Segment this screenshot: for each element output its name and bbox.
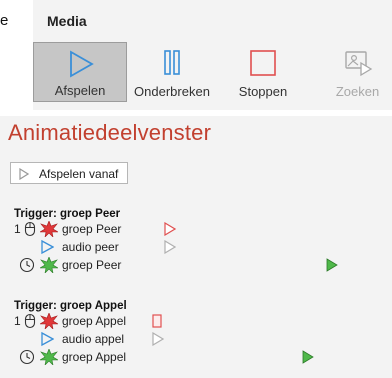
pause-button[interactable]: Onderbreken [128, 42, 216, 102]
entrance-burst-red-icon [40, 313, 58, 329]
play-button[interactable]: Afspelen [33, 42, 127, 102]
play-button-label: Afspelen [54, 83, 106, 98]
item-label: groep Appel [62, 314, 127, 328]
clock-icon [19, 257, 35, 273]
pause-button-label: Onderbreken [134, 84, 210, 99]
pane-title: Animatiedeelvenster [8, 120, 212, 145]
animation-item[interactable]: 1 groep Appel [0, 312, 392, 330]
play-media-icon [41, 239, 54, 255]
play-from-icon [19, 168, 29, 180]
animation-item[interactable]: groep Peer [0, 256, 392, 274]
trigger-heading: Trigger: groep Appel [14, 300, 127, 312]
stop-button[interactable]: Stoppen [223, 42, 303, 102]
mouse-click-icon [24, 313, 36, 329]
seek-button-label: Zoeken [335, 84, 380, 99]
seek-button[interactable]: Zoeken [323, 42, 392, 102]
entrance-burst-green-icon [40, 257, 58, 273]
item-number: 1 [14, 222, 21, 236]
timing-marker-icon [152, 332, 164, 346]
timing-marker-icon [302, 350, 314, 364]
animation-item[interactable]: 1 groep Peer [0, 220, 392, 238]
play-from-label: Afspelen vanaf [39, 167, 119, 181]
animation-item[interactable]: audio peer [0, 238, 392, 256]
seek-icon [344, 51, 372, 77]
play-icon [70, 50, 94, 78]
entrance-burst-green-icon [40, 349, 58, 365]
item-label: audio peer [62, 240, 119, 254]
item-label: groep Peer [62, 258, 122, 272]
timing-marker-icon [164, 240, 176, 254]
clock-icon [19, 349, 35, 365]
ribbon-media-group: Media Afspelen Onderbreken Stoppen Zoeke… [33, 0, 392, 110]
timing-marker-icon [326, 258, 338, 272]
mouse-click-icon [24, 221, 36, 237]
play-media-icon [41, 331, 54, 347]
animation-item[interactable]: groep Appel [0, 348, 392, 366]
item-label: groep Appel [62, 350, 127, 364]
pause-icon [164, 50, 180, 75]
item-number: 1 [14, 314, 21, 328]
group-title: Media [47, 13, 87, 29]
animation-pane: Animatiedeelvenster Afspelen vanaf Trigg… [0, 116, 392, 378]
item-label: audio appel [62, 332, 125, 346]
stop-icon [250, 50, 276, 76]
play-from-button[interactable]: Afspelen vanaf [10, 162, 128, 184]
animation-item[interactable]: audio appel [0, 330, 392, 348]
entrance-burst-red-icon [40, 221, 58, 237]
trigger-heading: Trigger: groep Peer [14, 208, 121, 220]
item-label: groep Peer [62, 222, 122, 236]
cropped-text-fragment: e [0, 12, 9, 29]
timing-marker-icon [164, 222, 176, 236]
stop-button-label: Stoppen [238, 84, 288, 99]
timing-marker-icon [152, 314, 162, 328]
